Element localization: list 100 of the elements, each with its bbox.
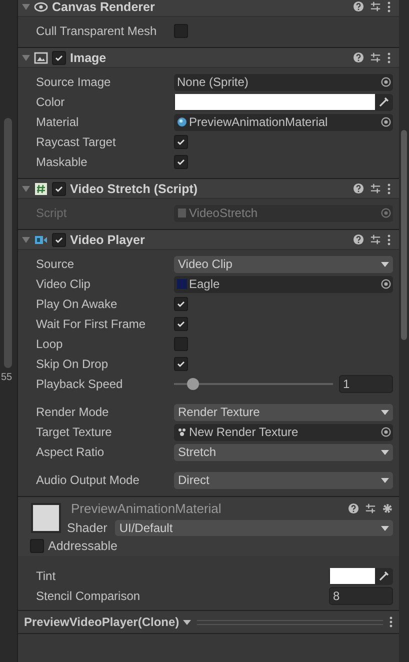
check-icon	[54, 184, 64, 194]
help-icon[interactable]	[353, 52, 364, 63]
checkbox[interactable]	[174, 357, 188, 371]
object-picker-icon[interactable]	[381, 279, 391, 289]
property-label: Loop	[36, 337, 64, 351]
caret-icon	[381, 450, 389, 454]
help-icon[interactable]	[353, 183, 364, 194]
property-label: Aspect Ratio	[36, 445, 106, 459]
slider[interactable]	[174, 377, 333, 391]
caret-icon	[381, 526, 389, 530]
texture-icon	[177, 427, 187, 437]
component-header[interactable]: Video Stretch (Script)	[18, 178, 399, 199]
object-picker-icon[interactable]	[381, 117, 391, 127]
sphere-icon	[177, 117, 187, 127]
caret-icon	[183, 620, 192, 624]
checkbox[interactable]	[174, 297, 188, 311]
dropdown[interactable]: Stretch	[174, 444, 393, 460]
presets-icon[interactable]	[365, 503, 376, 514]
enabled-checkbox[interactable]	[52, 182, 66, 196]
dropdown[interactable]: Render Texture	[174, 404, 393, 420]
object-field[interactable]: PreviewAnimationMaterial	[174, 114, 393, 130]
checkbox[interactable]	[174, 317, 188, 331]
image-icon	[34, 50, 48, 64]
foldout-icon[interactable]	[22, 184, 30, 192]
object-picker-icon[interactable]	[381, 77, 391, 87]
caret-icon	[381, 262, 389, 266]
object-dropdown[interactable]: PreviewVideoPlayer(Clone)	[24, 615, 192, 629]
component-title: Image	[70, 50, 106, 64]
dropdown[interactable]: Direct	[174, 472, 393, 488]
enabled-checkbox[interactable]	[52, 50, 66, 64]
object-picker-icon[interactable]	[381, 427, 391, 437]
checkbox[interactable]	[174, 135, 188, 149]
property-label: Raycast Target	[36, 135, 117, 149]
property-label: Maskable	[36, 155, 88, 169]
checkbox[interactable]	[174, 155, 188, 169]
more-options-icon[interactable]	[387, 234, 391, 246]
property-label: Play On Awake	[36, 297, 118, 311]
dropdown[interactable]: Video Clip	[174, 256, 393, 272]
property-label: Playback Speed	[36, 377, 124, 391]
enabled-checkbox[interactable]	[52, 232, 66, 246]
object-field[interactable]: Eagle	[174, 276, 393, 292]
object-picker-icon[interactable]	[381, 208, 391, 218]
component-header[interactable]: Video Player	[18, 229, 399, 250]
more-options-icon[interactable]	[387, 182, 391, 194]
script-icon	[34, 182, 48, 196]
property-label: Source	[36, 257, 76, 271]
property-label: Cull Transparent Mesh	[36, 24, 158, 38]
property-label: Material	[36, 115, 80, 129]
help-icon[interactable]	[348, 503, 359, 514]
checkbox[interactable]	[174, 24, 188, 38]
side-panel-text: 55	[1, 372, 12, 383]
component-title: Video Player	[70, 232, 145, 246]
video-clip-icon	[177, 279, 187, 289]
help-icon[interactable]	[353, 234, 364, 245]
check-icon	[176, 359, 186, 369]
component-title: Canvas Renderer	[52, 0, 155, 14]
foldout-icon[interactable]	[22, 2, 30, 10]
check-icon	[54, 52, 64, 62]
number-field[interactable]: 1	[339, 375, 393, 393]
material-preview	[31, 503, 61, 533]
more-options-icon[interactable]	[387, 0, 391, 12]
foldout-icon[interactable]	[22, 236, 30, 244]
component-title: Video Stretch (Script)	[70, 182, 198, 196]
presets-icon[interactable]	[370, 234, 381, 245]
presets-icon[interactable]	[370, 183, 381, 194]
eyedropper-icon[interactable]	[378, 96, 390, 108]
property-label: Wait For First Frame	[36, 317, 147, 331]
checkbox[interactable]	[30, 539, 44, 553]
shader-dropdown[interactable]: UI/Default	[115, 520, 393, 536]
object-field[interactable]: None (Sprite)	[174, 74, 393, 90]
presets-icon[interactable]	[370, 1, 381, 12]
more-options-icon[interactable]	[387, 52, 391, 64]
property-label: Target Texture	[36, 425, 113, 439]
caret-icon	[381, 478, 389, 482]
help-icon[interactable]	[353, 1, 364, 12]
presets-icon[interactable]	[370, 52, 381, 63]
material-title: PreviewAnimationMaterial	[71, 501, 222, 516]
settings-icon[interactable]	[382, 503, 393, 514]
slider-thumb[interactable]	[187, 378, 200, 390]
property-label: Render Mode	[36, 405, 110, 419]
scrollbar-thumb[interactable]	[4, 118, 12, 368]
script-icon	[177, 208, 187, 218]
checkbox[interactable]	[174, 337, 188, 351]
caret-icon	[381, 410, 389, 414]
property-label: Stencil Comparison	[36, 589, 142, 603]
component-header[interactable]: Canvas Renderer	[18, 0, 399, 17]
component-header[interactable]: Image	[18, 47, 399, 68]
more-options-icon[interactable]	[389, 616, 393, 628]
eyedropper-icon[interactable]	[378, 570, 390, 582]
property-label: Audio Output Mode	[36, 473, 140, 487]
checkbox-label: Addressable	[48, 539, 118, 553]
color-swatch[interactable]	[330, 568, 375, 584]
object-field[interactable]: New Render Texture	[174, 424, 393, 440]
foldout-icon[interactable]	[22, 54, 30, 62]
scrollbar-thumb[interactable]	[401, 130, 407, 340]
property-label: Video Clip	[36, 277, 92, 291]
property-label: Source Image	[36, 75, 112, 89]
number-field[interactable]: 8	[329, 587, 393, 605]
color-swatch[interactable]	[175, 94, 375, 110]
eye-icon	[34, 0, 48, 14]
